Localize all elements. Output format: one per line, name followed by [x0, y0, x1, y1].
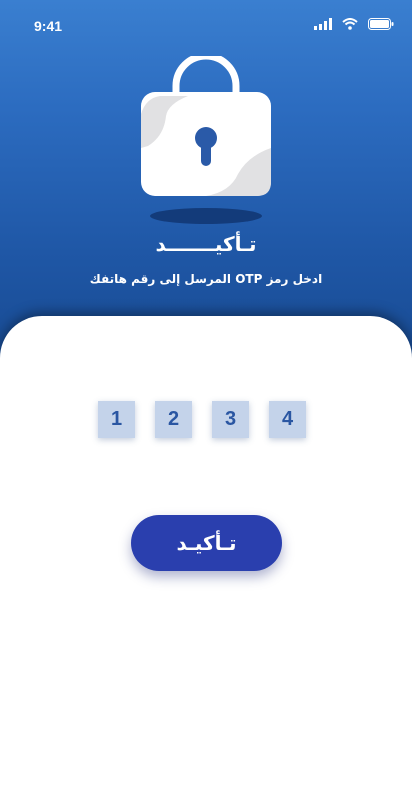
padlock-icon [138, 52, 274, 228]
otp-digit-field-2[interactable]: 2 [155, 401, 192, 438]
otp-digit-field-1[interactable]: 1 [98, 401, 135, 438]
page-subtitle: ادخل رمز OTP المرسل إلى رقم هاتفك [89, 272, 323, 286]
wifi-icon [342, 15, 358, 34]
signal-icon [314, 15, 332, 34]
page-title: تـأكيـــــــد [155, 232, 257, 256]
otp-digit-field-3[interactable]: 3 [212, 401, 249, 438]
status-icons [314, 15, 394, 34]
battery-icon [368, 15, 394, 34]
otp-digit-field-4[interactable]: 4 [269, 401, 306, 438]
status-bar: 9:41 [0, 0, 412, 50]
confirm-button-label: تـأكيـد [176, 531, 237, 555]
status-time: 9:41 [34, 18, 63, 34]
confirm-button[interactable]: تـأكيـد [131, 515, 282, 571]
